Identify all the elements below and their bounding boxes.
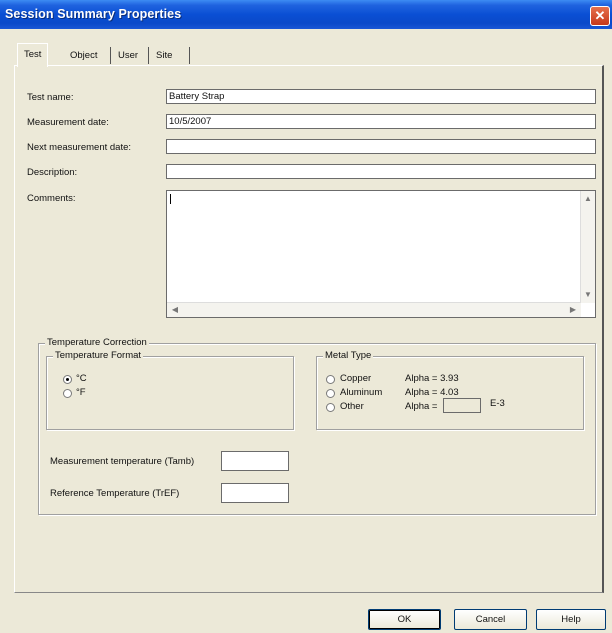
other-label: Other bbox=[340, 401, 364, 412]
scroll-right-icon[interactable]: ▶ bbox=[567, 304, 579, 316]
metal-type-title: Metal Type bbox=[323, 350, 374, 361]
other-alpha-label: Alpha = bbox=[405, 401, 438, 412]
comments-label: Comments: bbox=[27, 193, 76, 204]
description-label: Description: bbox=[27, 167, 78, 178]
aluminum-label: Aluminum bbox=[340, 387, 383, 398]
ok-button[interactable]: OK bbox=[368, 609, 441, 630]
reference-temperature-label: Reference Temperature (TrEF) bbox=[50, 488, 180, 499]
temperature-correction-title: Temperature Correction bbox=[45, 337, 149, 348]
horizontal-scrollbar[interactable]: ◀ ▶ bbox=[167, 302, 581, 317]
fahrenheit-label: °F bbox=[76, 387, 86, 398]
aluminum-alpha: Alpha = 4.03 bbox=[405, 387, 459, 398]
scroll-up-icon[interactable]: ▲ bbox=[582, 193, 594, 205]
scroll-left-icon[interactable]: ◀ bbox=[169, 304, 181, 316]
fahrenheit-radio[interactable] bbox=[63, 389, 72, 398]
measurement-date-input[interactable]: 10/5/2007 bbox=[166, 114, 596, 129]
tab-separator bbox=[110, 47, 111, 64]
next-measurement-date-input[interactable] bbox=[166, 139, 596, 154]
celsius-radio[interactable] bbox=[63, 375, 72, 384]
test-name-input[interactable]: Battery Strap bbox=[166, 89, 596, 104]
close-icon: ✕ bbox=[594, 8, 606, 23]
tab-separator bbox=[148, 47, 149, 64]
title-bar[interactable]: Session Summary Properties ✕ bbox=[0, 0, 612, 29]
copper-alpha: Alpha = 3.93 bbox=[405, 373, 459, 384]
dialog-title: Session Summary Properties bbox=[5, 7, 182, 21]
tab-test[interactable]: Test bbox=[17, 43, 49, 67]
measurement-date-label: Measurement date: bbox=[27, 117, 109, 128]
measurement-temperature-input[interactable] bbox=[221, 451, 289, 471]
celsius-label: °C bbox=[76, 373, 87, 384]
description-input[interactable] bbox=[166, 164, 596, 179]
copper-label: Copper bbox=[340, 373, 372, 384]
reference-temperature-input[interactable] bbox=[221, 483, 289, 503]
alpha-exponent: E-3 bbox=[490, 398, 505, 409]
scroll-down-icon[interactable]: ▼ bbox=[582, 289, 594, 301]
temperature-format-title: Temperature Format bbox=[53, 350, 144, 361]
other-radio[interactable] bbox=[326, 403, 335, 412]
text-caret bbox=[170, 194, 171, 204]
help-button[interactable]: Help bbox=[536, 609, 606, 630]
next-measurement-date-label: Next measurement date: bbox=[27, 142, 132, 153]
aluminum-radio[interactable] bbox=[326, 389, 335, 398]
alpha-input[interactable] bbox=[443, 398, 481, 413]
dialog-window: Session Summary Properties ✕ Test Object… bbox=[0, 0, 612, 633]
tab-object[interactable]: Object bbox=[64, 47, 103, 65]
comments-textarea[interactable]: ▲ ▼ ◀ ▶ bbox=[166, 190, 596, 318]
tab-user[interactable]: User bbox=[112, 47, 144, 65]
test-name-label: Test name: bbox=[27, 92, 74, 103]
tab-site[interactable]: Site bbox=[150, 47, 178, 65]
cancel-button[interactable]: Cancel bbox=[454, 609, 527, 630]
vertical-scrollbar[interactable]: ▲ ▼ bbox=[580, 191, 595, 303]
copper-radio[interactable] bbox=[326, 375, 335, 384]
tab-separator bbox=[189, 47, 190, 64]
close-button[interactable]: ✕ bbox=[590, 6, 610, 26]
measurement-temperature-label: Measurement temperature (Tamb) bbox=[50, 456, 195, 467]
